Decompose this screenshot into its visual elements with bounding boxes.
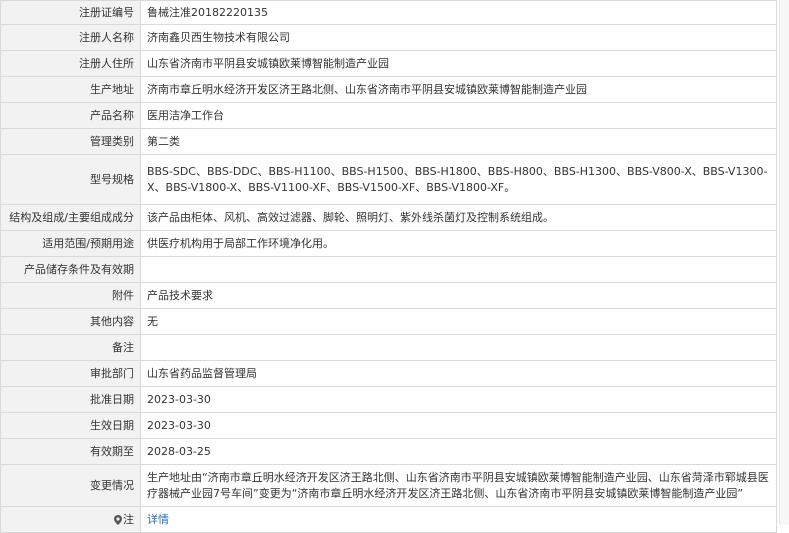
- table-row: 审批部门 山东省药品监督管理局: [0, 360, 777, 387]
- row-label-text: 批准日期: [90, 392, 134, 406]
- table-row: 注册人名称 济南鑫贝西生物技术有限公司: [0, 24, 777, 51]
- row-value-text: 第二类: [147, 134, 180, 148]
- row-value-text: 济南市章丘明水经济开发区济王路北侧、山东省济南市平阴县安城镇欧莱博智能制造产业园: [147, 82, 587, 96]
- row-value: 医用洁净工作台: [140, 102, 777, 129]
- table-row: 产品名称 医用洁净工作台: [0, 102, 777, 129]
- row-label: 结构及组成/主要组成成分: [0, 204, 141, 231]
- row-label-text: 注册证编号: [79, 5, 134, 19]
- row-value: BBS-SDC、BBS-DDC、BBS-H1100、BBS-H1500、BBS-…: [140, 154, 777, 205]
- row-value: 无: [140, 308, 777, 335]
- row-label: 有效期至: [0, 438, 141, 465]
- row-value: 济南鑫贝西生物技术有限公司: [140, 24, 777, 51]
- table-row: 适用范围/预期用途 供医疗机构用于局部工作环境净化用。: [0, 230, 777, 257]
- row-value-text: 济南鑫贝西生物技术有限公司: [147, 30, 290, 44]
- row-label-text: 生效日期: [90, 418, 134, 432]
- row-label: 备注: [0, 334, 141, 361]
- table-row: 变更情况 生产地址由“济南市章丘明水经济开发区济王路北侧、山东省济南市平阴县安城镇…: [0, 464, 777, 507]
- row-value-text: 该产品由柜体、风机、高效过滤器、脚轮、照明灯、紫外线杀菌灯及控制系统组成。: [147, 210, 554, 224]
- registration-detail-table: 注册证编号 鲁械注准20182220135 注册人名称 济南鑫贝西生物技术有限公司 注册…: [0, 0, 777, 533]
- table-row: 批准日期 2023-03-30: [0, 386, 777, 413]
- row-label: 注: [0, 506, 141, 533]
- row-label: 注册人住所: [0, 50, 141, 77]
- row-label: 产品储存条件及有效期: [0, 256, 141, 283]
- table-row: 其他内容无: [0, 308, 777, 335]
- row-label: 注册人名称: [0, 24, 141, 51]
- row-value: 山东省药品监督管理局: [140, 360, 777, 387]
- details-link[interactable]: 详情: [147, 513, 169, 526]
- row-value-text: BBS-SDC、BBS-DDC、BBS-H1100、BBS-H1500、BBS-…: [147, 164, 768, 194]
- row-label-text: 注: [123, 512, 134, 526]
- row-value: 该产品由柜体、风机、高效过滤器、脚轮、照明灯、紫外线杀菌灯及控制系统组成。: [140, 204, 777, 231]
- row-value: [140, 256, 777, 283]
- table-row: 型号规格 BBS-SDC、BBS-DDC、BBS-H1100、BBS-H1500、…: [0, 154, 777, 205]
- row-label-text: 型号规格: [90, 172, 134, 186]
- table-row: 产品储存条件及有效期: [0, 256, 777, 283]
- row-value-text: 山东省药品监督管理局: [147, 366, 257, 380]
- table-row: 生效日期 2023-03-30: [0, 412, 777, 439]
- row-value: 第二类: [140, 128, 777, 155]
- row-value: 详情: [140, 506, 777, 533]
- table-row: 有效期至 2028-03-25: [0, 438, 777, 465]
- row-value: 产品技术要求: [140, 282, 777, 309]
- table-row: 管理类别 第二类: [0, 128, 777, 155]
- row-label-text: 注册人名称: [79, 30, 134, 44]
- row-value: 山东省济南市平阴县安城镇欧莱博智能制造产业园: [140, 50, 777, 77]
- row-label-text: 备注: [112, 340, 134, 354]
- row-value-text: 医用洁净工作台: [147, 108, 224, 122]
- row-label: 管理类别: [0, 128, 141, 155]
- row-value-text: 供医疗机构用于局部工作环境净化用。: [147, 236, 334, 250]
- row-value: [140, 334, 777, 361]
- row-label-text: 结构及组成/主要组成成分: [9, 210, 134, 224]
- row-label-text: 附件: [112, 288, 134, 302]
- row-value: 供医疗机构用于局部工作环境净化用。: [140, 230, 777, 257]
- row-label: 适用范围/预期用途: [0, 230, 141, 257]
- row-label-text: 有效期至: [90, 444, 134, 458]
- row-value: 鲁械注准20182220135: [140, 0, 777, 25]
- row-label: 附件: [0, 282, 141, 309]
- row-value-text: 2023-03-30: [147, 392, 211, 406]
- row-value-text: 山东省济南市平阴县安城镇欧莱博智能制造产业园: [147, 56, 389, 70]
- row-label: 其他内容: [0, 308, 141, 335]
- row-label-text: 产品储存条件及有效期: [24, 262, 134, 276]
- row-label: 审批部门: [0, 360, 141, 387]
- row-value: 2023-03-30: [140, 386, 777, 413]
- table-row: 生产地址 济南市章丘明水经济开发区济王路北侧、山东省济南市平阴县安城镇欧莱博智能制…: [0, 76, 777, 103]
- row-label: 型号规格: [0, 154, 141, 205]
- row-value-text: 鲁械注准20182220135: [147, 5, 268, 19]
- row-value: 2023-03-30: [140, 412, 777, 439]
- row-value: 生产地址由“济南市章丘明水经济开发区济王路北侧、山东省济南市平阴县安城镇欧莱博智…: [140, 464, 777, 507]
- row-label: 生效日期: [0, 412, 141, 439]
- row-value-text: 2028-03-25: [147, 444, 211, 458]
- row-label-text: 变更情况: [90, 478, 134, 492]
- row-value: 济南市章丘明水经济开发区济王路北侧、山东省济南市平阴县安城镇欧莱博智能制造产业园: [140, 76, 777, 103]
- row-label-text: 适用范围/预期用途: [42, 236, 134, 250]
- table-row: 结构及组成/主要组成成分 该产品由柜体、风机、高效过滤器、脚轮、照明灯、紫外线杀菌…: [0, 204, 777, 231]
- table-row: 备注: [0, 334, 777, 361]
- row-label: 批准日期: [0, 386, 141, 413]
- row-value-text: 产品技术要求: [147, 288, 213, 302]
- row-value-text: 2023-03-30: [147, 418, 211, 432]
- row-label-text: 注册人住所: [79, 56, 134, 70]
- row-label: 变更情况: [0, 464, 141, 507]
- table-row: 注册证编号 鲁械注准20182220135: [0, 0, 777, 25]
- row-label: 注册证编号: [0, 0, 141, 25]
- row-label-text: 管理类别: [90, 134, 134, 148]
- table-row: 注详情: [0, 506, 777, 533]
- row-value-text: 无: [147, 314, 158, 328]
- row-label: 产品名称: [0, 102, 141, 129]
- row-label-text: 产品名称: [90, 108, 134, 122]
- row-label: 生产地址: [0, 76, 141, 103]
- vertical-scrollbar[interactable]: [779, 0, 789, 525]
- row-value-text: 生产地址由“济南市章丘明水经济开发区济王路北侧、山东省济南市平阴县安城镇欧莱博智…: [147, 470, 769, 500]
- row-label-text: 其他内容: [90, 314, 134, 328]
- table-row: 注册人住所 山东省济南市平阴县安城镇欧莱博智能制造产业园: [0, 50, 777, 77]
- table-row: 附件 产品技术要求: [0, 282, 777, 309]
- location-pin-icon: [114, 514, 122, 525]
- row-label-text: 生产地址: [90, 82, 134, 96]
- row-label-text: 审批部门: [90, 366, 134, 380]
- row-value: 2028-03-25: [140, 438, 777, 465]
